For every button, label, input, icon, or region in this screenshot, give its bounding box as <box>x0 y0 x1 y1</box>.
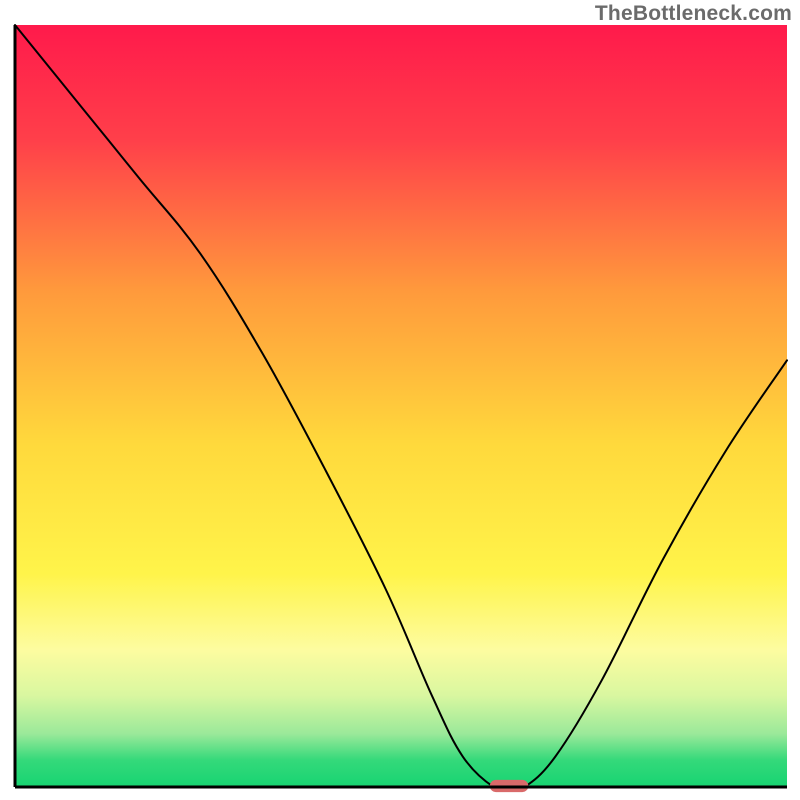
watermark-text: TheBottleneck.com <box>595 2 792 26</box>
bottleneck-chart <box>0 0 800 800</box>
chart-background <box>15 25 787 787</box>
